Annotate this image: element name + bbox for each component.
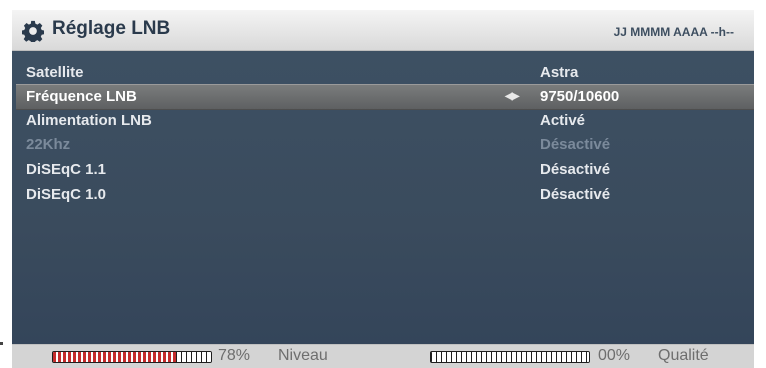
lnb-settings-screen: Réglage LNB JJ MMMM AAAA --h-- Satellite… bbox=[12, 10, 754, 368]
setting-row-22khz: 22Khz Désactivé bbox=[16, 133, 754, 157]
setting-label: Satellite bbox=[26, 64, 84, 81]
setting-row-diseqc-1-1[interactable]: DiSEqC 1.1 Désactivé bbox=[16, 158, 754, 182]
level-meter-empty bbox=[176, 352, 211, 362]
setting-row-frequence-lnb[interactable]: Fréquence LNB ◀▶ 9750/10600 bbox=[16, 84, 754, 110]
setting-value: Désactivé bbox=[540, 161, 611, 178]
level-meter bbox=[52, 351, 212, 363]
date-time: JJ MMMM AAAA --h-- bbox=[613, 25, 734, 39]
setting-value: 9750/10600 bbox=[540, 88, 620, 105]
setting-row-diseqc-1-0[interactable]: DiSEqC 1.0 Désactivé bbox=[16, 183, 754, 207]
left-right-arrows-icon[interactable]: ◀▶ bbox=[505, 85, 519, 109]
setting-label: Alimentation LNB bbox=[26, 112, 152, 129]
quality-meter bbox=[430, 351, 590, 363]
setting-label: DiSEqC 1.1 bbox=[26, 161, 107, 178]
setting-label: Fréquence LNB bbox=[26, 88, 137, 105]
setting-value: Activé bbox=[540, 112, 586, 129]
page-title: Réglage LNB bbox=[52, 18, 171, 39]
setting-value: Désactivé bbox=[540, 136, 611, 153]
level-label: Niveau bbox=[278, 347, 328, 364]
settings-panel: Satellite Astra Fréquence LNB ◀▶ 9750/10… bbox=[12, 51, 754, 344]
setting-label: 22Khz bbox=[26, 136, 71, 153]
level-meter-fill bbox=[53, 352, 177, 362]
level-percent: 78% bbox=[218, 347, 251, 364]
gear-icon bbox=[22, 20, 44, 42]
quality-percent: 00% bbox=[598, 347, 631, 364]
header-bar: Réglage LNB JJ MMMM AAAA --h-- bbox=[12, 10, 754, 51]
setting-row-alimentation-lnb[interactable]: Alimentation LNB Activé bbox=[16, 109, 754, 133]
setting-value: Astra bbox=[540, 64, 579, 81]
quality-meter-empty bbox=[431, 352, 589, 362]
setting-value: Désactivé bbox=[540, 186, 611, 203]
setting-label: DiSEqC 1.0 bbox=[26, 186, 107, 203]
setting-row-satellite[interactable]: Satellite Astra bbox=[16, 61, 754, 85]
stray-mark bbox=[0, 342, 3, 345]
signal-footer: 78% Niveau 00% Qualité bbox=[12, 344, 754, 368]
quality-label: Qualité bbox=[658, 347, 709, 364]
